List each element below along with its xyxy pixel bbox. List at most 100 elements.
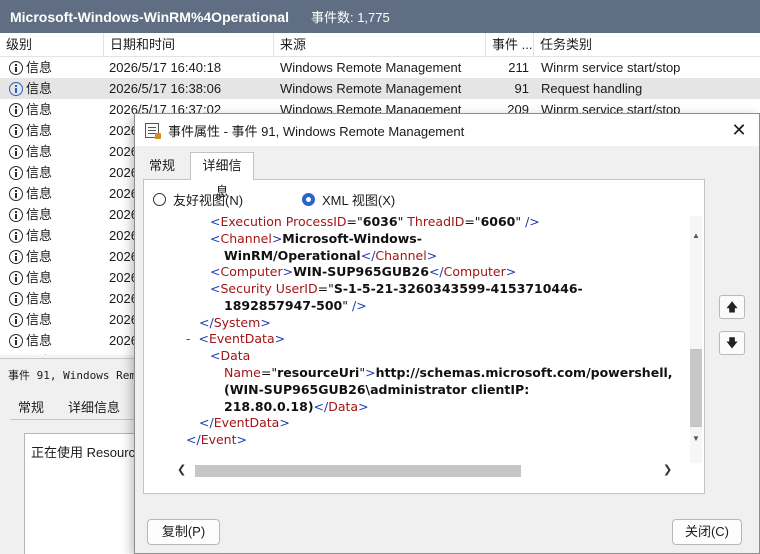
- previous-event-button[interactable]: 🡅: [719, 295, 745, 319]
- scroll-down-icon[interactable]: ▼: [692, 434, 700, 443]
- level-text: 信息: [26, 81, 53, 96]
- table-row[interactable]: 信息 2026/5/17 16:38:06 Windows Remote Manag…: [0, 78, 760, 99]
- detail-tab-details[interactable]: 详细信息: [68, 397, 120, 416]
- xml-channel-part2: WinRM/Operational: [224, 248, 361, 263]
- cell-datetime: 2026/5/17 16:40:18: [109, 60, 222, 75]
- cell-level: 信息: [9, 267, 99, 288]
- info-icon: [9, 249, 23, 264]
- xml-content-view[interactable]: <Execution ProcessID="6036" ThreadID="60…: [161, 216, 692, 463]
- level-text: 信息: [26, 186, 53, 201]
- cell-level: 信息: [9, 225, 99, 246]
- cell-level: 信息: [9, 246, 99, 267]
- xml-view-radio[interactable]: XML 视图(X): [302, 190, 395, 209]
- cell-level: 信息: [9, 351, 99, 355]
- column-header-task[interactable]: 任务类别: [534, 33, 760, 57]
- cell-task: Request handling: [541, 81, 643, 96]
- xml-line-data-name: Name="resourceUri">http://schemas.micros…: [224, 365, 673, 380]
- cell-level: 信息: [9, 288, 99, 309]
- xml-data-value-part3: 218.80.0.18): [224, 399, 314, 414]
- xml-data-value-part1: http://schemas.microsoft.com/powershell,: [375, 365, 673, 380]
- info-icon: [9, 291, 23, 306]
- info-icon: [9, 207, 23, 222]
- cell-level: 信息: [9, 162, 99, 183]
- info-icon: [9, 186, 23, 201]
- dialog-title-bar: 事件属性 - 事件 91, Windows Remote Management …: [135, 114, 759, 146]
- cell-level: 信息: [9, 183, 99, 204]
- xml-line-data-open: <Data: [210, 348, 251, 363]
- column-header-source[interactable]: 来源: [274, 33, 486, 57]
- friendly-view-radio[interactable]: 友好视图(N): [153, 190, 243, 209]
- level-text: 信息: [26, 144, 53, 159]
- next-event-button[interactable]: 🡇: [719, 331, 745, 355]
- cell-task: Winrm service start/stop: [541, 60, 681, 75]
- level-text: 信息: [26, 165, 53, 180]
- down-arrow-icon: 🡇: [725, 336, 739, 350]
- info-icon: [9, 60, 23, 75]
- level-text: 信息: [26, 312, 53, 327]
- radio-checked-icon: [302, 193, 315, 206]
- xml-vertical-scrollbar[interactable]: ▲ ▼: [690, 216, 702, 463]
- detail-content-text: 正在使用 Resource: [31, 445, 143, 460]
- horizontal-scroll-thumb[interactable]: [195, 465, 521, 477]
- column-header-datetime[interactable]: 日期和时间: [104, 33, 274, 57]
- info-icon: [9, 228, 23, 243]
- xml-user-id-part1: S-1-5-21-3260343599-4153710446-: [333, 281, 583, 296]
- scroll-left-icon[interactable]: ❮: [177, 463, 186, 476]
- close-icon[interactable]: ✕: [727, 118, 751, 142]
- level-text: 信息: [26, 291, 53, 306]
- xml-line-security: <Security UserID="S-1-5-21-3260343599-41…: [210, 281, 583, 296]
- event-properties-dialog: 事件属性 - 事件 91, Windows Remote Management …: [134, 113, 760, 554]
- cell-level: 信息: [9, 120, 99, 141]
- cell-event-id: 91: [514, 81, 529, 96]
- column-header-level[interactable]: 级别: [0, 33, 104, 57]
- info-icon: [9, 354, 23, 355]
- xml-computer: WIN-SUP965GUB26: [293, 264, 429, 279]
- detail-tab-divider: [10, 419, 145, 420]
- info-icon: [9, 81, 23, 96]
- xml-data-name: resourceUri: [277, 365, 360, 380]
- cell-source: Windows Remote Management: [280, 60, 462, 75]
- detail-pane-title: 事件 91, Windows Remo: [8, 369, 143, 382]
- event-viewer-app-icon: [145, 122, 161, 139]
- close-button[interactable]: 关闭(C): [672, 519, 742, 545]
- level-text: 信息: [26, 333, 53, 348]
- level-text: 信息: [26, 249, 53, 264]
- level-text: 信息: [26, 228, 53, 243]
- xml-data-value-part2: (WIN-SUP965GUB26\administrator clientIP:: [224, 382, 530, 397]
- cell-source: Windows Remote Management: [280, 81, 462, 96]
- copy-button[interactable]: 复制(P): [147, 519, 220, 545]
- xml-horizontal-scrollbar[interactable]: ❮ ❯: [161, 462, 690, 479]
- friendly-view-label: 友好视图(N): [173, 193, 244, 208]
- xml-line-eventdata-open: - <EventData>: [186, 331, 286, 346]
- level-text: 信息: [26, 351, 52, 355]
- level-text: 信息: [26, 102, 53, 117]
- xml-line-channel-cont: WinRM/Operational</Channel>: [224, 248, 438, 263]
- info-icon: [9, 312, 23, 327]
- detail-tab-general[interactable]: 常规: [18, 397, 44, 416]
- cell-datetime: 2026/5/17 16:38:06: [109, 81, 222, 96]
- scroll-right-icon[interactable]: ❯: [663, 463, 672, 476]
- xml-line-eventdata-close: </EventData>: [199, 415, 290, 430]
- info-icon: [9, 333, 23, 348]
- xml-process-id: 6036: [362, 216, 398, 229]
- column-header-event-id[interactable]: 事件 ...: [486, 33, 534, 57]
- radio-unchecked-icon: [153, 193, 166, 206]
- info-icon: [9, 165, 23, 180]
- scroll-up-icon[interactable]: ▲: [692, 231, 700, 240]
- vertical-scroll-thumb[interactable]: [690, 349, 702, 427]
- event-count: 事件数: 1,775: [310, 10, 390, 25]
- xml-channel-part1: Microsoft-Windows-: [282, 231, 422, 246]
- tab-details[interactable]: 详细信息: [190, 152, 254, 199]
- xml-thread-id: 6060: [480, 216, 516, 229]
- xml-line-event-close: </Event>: [186, 432, 247, 447]
- tab-general[interactable]: 常规: [143, 155, 181, 179]
- xml-user-id-part2: 1892857947-500: [224, 298, 343, 313]
- cell-level: 信息: [9, 204, 99, 225]
- level-text: 信息: [26, 270, 53, 285]
- info-icon: [9, 123, 23, 138]
- xml-line-channel: <Channel>Microsoft-Windows-: [210, 231, 422, 246]
- table-row[interactable]: 信息 2026/5/17 16:40:18 Windows Remote Manag…: [0, 57, 760, 78]
- dialog-title: 事件属性 - 事件 91, Windows Remote Management: [168, 123, 465, 139]
- log-title-bar: Microsoft-Windows-WinRM%4Operational 事件数…: [0, 0, 760, 33]
- cell-level: 信息: [9, 78, 99, 99]
